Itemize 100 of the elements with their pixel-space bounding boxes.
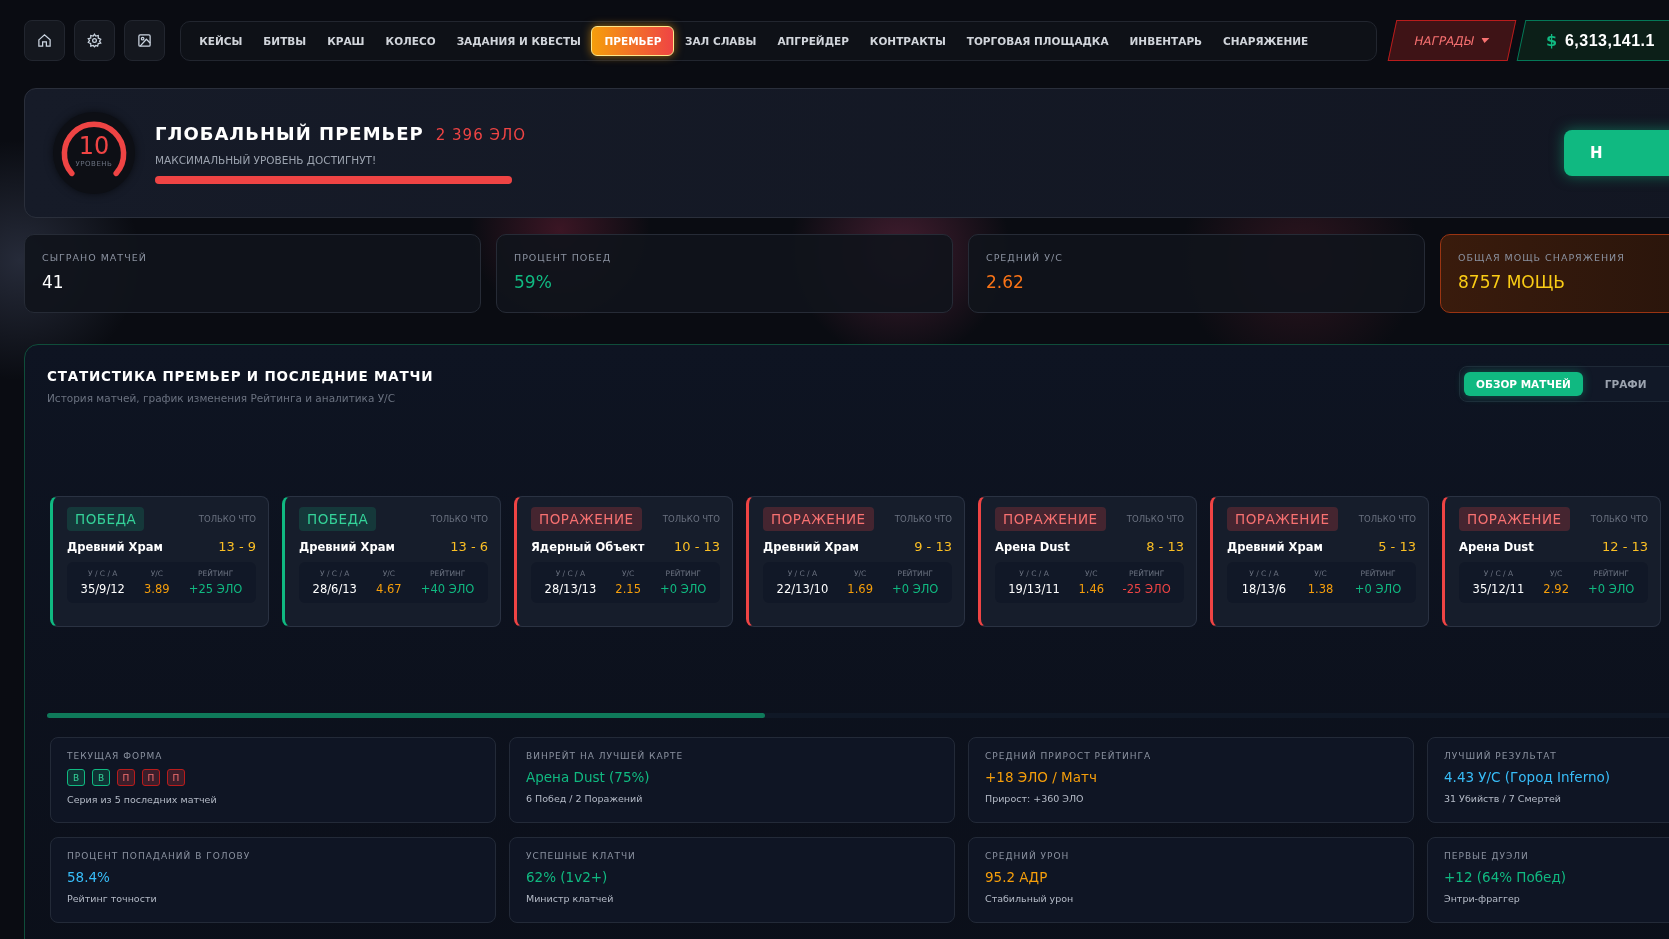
insight-note: Энтри-фраггер bbox=[1444, 893, 1521, 904]
kd-value: 1.69 bbox=[847, 582, 873, 596]
insight-value: +18 ЭЛО / Матч bbox=[985, 769, 1098, 785]
settings-button[interactable] bbox=[73, 20, 115, 61]
result-badge: ПОРАЖЕНИЕ bbox=[995, 507, 1106, 531]
insight-label: УСПЕШНЫЕ КЛАТЧИ bbox=[526, 851, 637, 861]
premier-title: ГЛОБАЛЬНЫЙ ПРЕМЬЕР bbox=[155, 122, 424, 144]
insight-value: 58.4% bbox=[67, 869, 111, 885]
nav-tab[interactable]: ТОРГОВАЯ ПЛОЩАДКА bbox=[956, 25, 1120, 56]
kda-value: 22/13/10 bbox=[776, 582, 829, 596]
stat-label: СЫГРАНО МАТЧЕЙ bbox=[42, 252, 148, 263]
nav-tab[interactable]: ЗАДАНИЯ И КВЕСТЫ bbox=[446, 25, 592, 56]
rating-change: +0 ЭЛО bbox=[1588, 582, 1635, 596]
map-name: Ядерный Объект bbox=[531, 539, 645, 554]
match-score: 8 - 13 bbox=[1146, 539, 1184, 554]
insight-note: 31 Убийств / 7 Смертей bbox=[1444, 793, 1562, 804]
stat-label: ПРОЦЕНТ ПОБЕД bbox=[514, 252, 613, 263]
rewards-dropdown[interactable]: НАГРАДЫ bbox=[1387, 20, 1516, 61]
rating-change: +25 ЭЛО bbox=[188, 582, 243, 596]
balance-amount: 6,313,141.1 bbox=[1564, 31, 1655, 50]
map-name: Древний Храм bbox=[1227, 539, 1323, 554]
insight-label: ЛУЧШИЙ РЕЗУЛЬТАТ bbox=[1444, 751, 1558, 761]
result-badge: ПОБЕДА bbox=[67, 507, 145, 531]
kda-value: 19/13/11 bbox=[1008, 582, 1060, 596]
settings-icon bbox=[86, 33, 102, 48]
nav-tab[interactable]: КЕЙСЫ bbox=[188, 25, 253, 56]
insight-label: ТЕКУЩАЯ ФОРМА bbox=[67, 751, 164, 761]
home-icon bbox=[36, 33, 52, 48]
map-name: Арена Dust bbox=[1459, 539, 1534, 554]
kd-value: 4.67 bbox=[376, 582, 402, 596]
match-time: ТОЛЬКО ЧТО bbox=[1126, 514, 1184, 524]
view-tab[interactable]: ГРАФИ bbox=[1592, 372, 1659, 396]
insight-note: Стабильный урон bbox=[985, 893, 1075, 904]
kd-value: 1.46 bbox=[1078, 582, 1105, 596]
result-badge: ПОРАЖЕНИЕ bbox=[763, 507, 874, 531]
insight-value: 4.43 У/С (Город Inferno) bbox=[1444, 769, 1612, 785]
insight-label: ВИНРЕЙТ НА ЛУЧШЕЙ КАРТЕ bbox=[526, 751, 685, 761]
match-time: ТОЛЬКО ЧТО bbox=[198, 514, 256, 524]
result-badge: ПОБЕДА bbox=[299, 507, 377, 531]
insight-label: ПРОЦЕНТ ПОПАДАНИЙ В ГОЛОВУ bbox=[67, 851, 252, 861]
insight-note: Рейтинг точности bbox=[67, 893, 158, 904]
form-chip: П bbox=[117, 769, 135, 786]
section-subtitle: История матчей, график изменения Рейтинга и аналитика У/С bbox=[47, 392, 396, 404]
kd-value: 3.89 bbox=[144, 582, 170, 596]
level-number: 10 bbox=[78, 134, 110, 158]
match-score: 13 - 6 bbox=[450, 539, 488, 554]
stat-value: 2.62 bbox=[986, 272, 1025, 292]
result-badge: ПОРАЖЕНИЕ bbox=[1227, 507, 1338, 531]
match-time: ТОЛЬКО ЧТО bbox=[894, 514, 952, 524]
nav-tab[interactable]: СНАРЯЖЕНИЕ bbox=[1212, 25, 1319, 56]
match-time: ТОЛЬКО ЧТО bbox=[430, 514, 488, 524]
match-score: 10 - 13 bbox=[673, 539, 720, 554]
stat-value: 41 bbox=[42, 272, 65, 292]
result-badge: ПОРАЖЕНИЕ bbox=[531, 507, 642, 531]
gallery-button[interactable] bbox=[123, 20, 165, 61]
match-time: ТОЛЬКО ЧТО bbox=[1590, 514, 1648, 524]
map-name: Древний Храм bbox=[299, 539, 395, 554]
scrollbar-thumb[interactable] bbox=[47, 713, 765, 718]
form-chip: П bbox=[142, 769, 160, 786]
insight-value: 62% (1v2+) bbox=[526, 869, 609, 885]
insight-label: ПЕРВЫЕ ДУЭЛИ bbox=[1444, 851, 1530, 861]
insight-note: Прирост: +360 ЭЛО bbox=[985, 793, 1085, 804]
nav-tab[interactable]: КОНТРАКТЫ bbox=[859, 25, 957, 56]
nav-tab[interactable]: АПГРЕЙДЕР bbox=[766, 25, 860, 56]
insight-label: СРЕДНИЙ ПРИРОСТ РЕЙТИНГА bbox=[985, 751, 1153, 761]
match-score: 12 - 13 bbox=[1601, 539, 1648, 554]
insight-note: Министр клатчей bbox=[526, 893, 615, 904]
rating-change: -25 ЭЛО bbox=[1122, 582, 1171, 596]
rating-change: +0 ЭЛО bbox=[660, 582, 707, 596]
image-icon bbox=[136, 33, 152, 48]
nav-tab[interactable]: БИТВЫ bbox=[252, 25, 317, 56]
caret-icon bbox=[1480, 38, 1490, 43]
scrollbar[interactable] bbox=[47, 713, 1669, 718]
rating-change: +0 ЭЛО bbox=[1354, 582, 1402, 596]
kda-value: 28/13/13 bbox=[544, 582, 597, 596]
nav-tab[interactable]: КОЛЕСО bbox=[375, 25, 447, 56]
form-chip: В bbox=[67, 769, 85, 786]
match-time: ТОЛЬКО ЧТО bbox=[662, 514, 720, 524]
stat-label: ОБЩАЯ МОЩЬ СНАРЯЖЕНИЯ bbox=[1458, 252, 1626, 263]
stat-value: 8757 МОЩЬ bbox=[1458, 272, 1566, 292]
match-score: 13 - 9 bbox=[218, 539, 256, 554]
nav-tab[interactable]: КРАШ bbox=[316, 25, 376, 56]
form-chip: В bbox=[92, 769, 110, 786]
match-score: 9 - 13 bbox=[914, 539, 952, 554]
rating-change: +40 ЭЛО bbox=[420, 582, 475, 596]
nav-tab[interactable]: ЗАЛ СЛАВЫ bbox=[674, 25, 767, 56]
map-name: Древний Храм bbox=[763, 539, 859, 554]
nav-tab[interactable]: ИНВЕНТАРЬ bbox=[1119, 25, 1213, 56]
kd-value: 2.15 bbox=[615, 582, 641, 596]
kda-value: 28/6/13 bbox=[312, 582, 357, 596]
kd-value: 2.92 bbox=[1543, 582, 1569, 596]
kda-value: 35/9/12 bbox=[80, 582, 125, 596]
kd-value: 1.38 bbox=[1307, 582, 1334, 596]
home-button[interactable] bbox=[24, 20, 65, 61]
currency-sign: $ bbox=[1545, 31, 1557, 50]
match-time: ТОЛЬКО ЧТО bbox=[1358, 514, 1416, 524]
insight-value: 95.2 АДР bbox=[985, 869, 1049, 885]
level-status: МАКСИМАЛЬНЫЙ УРОВЕНЬ ДОСТИГНУТ! bbox=[155, 153, 378, 166]
stat-value: 59% bbox=[514, 272, 553, 292]
section-title: СТАТИСТИКА ПРЕМЬЕР И ПОСЛЕДНИЕ МАТЧИ bbox=[47, 368, 434, 384]
